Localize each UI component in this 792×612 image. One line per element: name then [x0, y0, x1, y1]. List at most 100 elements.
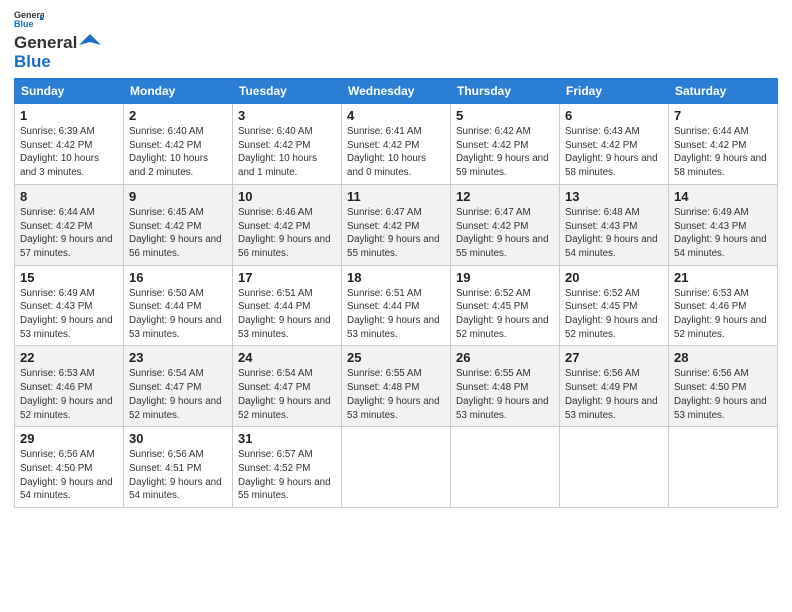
sunset-text: Sunset: 4:42 PM	[129, 220, 227, 234]
calendar-cell: 3Sunrise: 6:40 AMSunset: 4:42 PMDaylight…	[233, 104, 342, 185]
sunset-text: Sunset: 4:44 PM	[129, 300, 227, 314]
daylight-text: Daylight: 9 hours and 52 minutes.	[565, 314, 663, 341]
daylight-text: Daylight: 9 hours and 57 minutes.	[20, 233, 118, 260]
sunset-text: Sunset: 4:42 PM	[238, 139, 336, 153]
day-number: 6	[565, 108, 663, 123]
day-info: Sunrise: 6:57 AMSunset: 4:52 PMDaylight:…	[238, 448, 336, 503]
daylight-text: Daylight: 9 hours and 53 minutes.	[565, 395, 663, 422]
daylight-text: Daylight: 9 hours and 52 minutes.	[456, 314, 554, 341]
sunrise-text: Sunrise: 6:49 AM	[674, 206, 772, 220]
calendar-cell: 31 Sunrise: 6:57 AMSunset: 4:52 PMDayligh…	[233, 427, 342, 508]
sunrise-text: Sunrise: 6:42 AM	[456, 125, 554, 139]
sunrise-text: Sunrise: 6:49 AM	[20, 287, 118, 301]
calendar-cell: 29 Sunrise: 6:56 AMSunset: 4:50 PMDayligh…	[15, 427, 124, 508]
daylight-text: Daylight: 9 hours and 55 minutes.	[456, 233, 554, 260]
daylight-text: Daylight: 10 hours and 3 minutes.	[20, 152, 118, 179]
sunrise-text: Sunrise: 6:56 AM	[20, 448, 118, 462]
sunrise-text: Sunrise: 6:46 AM	[238, 206, 336, 220]
sunset-text: Sunset: 4:46 PM	[20, 381, 118, 395]
day-info: Sunrise: 6:47 AMSunset: 4:42 PMDaylight:…	[456, 206, 554, 261]
sunset-text: Sunset: 4:44 PM	[347, 300, 445, 314]
day-number: 16	[129, 270, 227, 285]
logo-general: General	[14, 33, 77, 53]
day-number: 11	[347, 189, 445, 204]
day-info: Sunrise: 6:56 AMSunset: 4:50 PMDaylight:…	[20, 448, 118, 503]
sunset-text: Sunset: 4:42 PM	[347, 220, 445, 234]
sunrise-text: Sunrise: 6:50 AM	[129, 287, 227, 301]
sunset-text: Sunset: 4:52 PM	[238, 462, 336, 476]
sunset-text: Sunset: 4:42 PM	[456, 139, 554, 153]
sunset-text: Sunset: 4:51 PM	[129, 462, 227, 476]
day-info: Sunrise: 6:41 AMSunset: 4:42 PMDaylight:…	[347, 125, 445, 180]
day-info: Sunrise: 6:39 AMSunset: 4:42 PMDaylight:…	[20, 125, 118, 180]
calendar-cell: 10Sunrise: 6:46 AMSunset: 4:42 PMDayligh…	[233, 184, 342, 265]
day-info: Sunrise: 6:40 AMSunset: 4:42 PMDaylight:…	[238, 125, 336, 180]
sunset-text: Sunset: 4:49 PM	[565, 381, 663, 395]
daylight-text: Daylight: 10 hours and 1 minute.	[238, 152, 336, 179]
day-number: 8	[20, 189, 118, 204]
day-info: Sunrise: 6:49 AMSunset: 4:43 PMDaylight:…	[20, 287, 118, 342]
weekday-header: Sunday	[15, 79, 124, 104]
sunrise-text: Sunrise: 6:44 AM	[674, 125, 772, 139]
sunset-text: Sunset: 4:43 PM	[20, 300, 118, 314]
calendar-cell: 21Sunrise: 6:53 AMSunset: 4:46 PMDayligh…	[669, 265, 778, 346]
daylight-text: Daylight: 9 hours and 53 minutes.	[347, 395, 445, 422]
calendar-cell	[451, 427, 560, 508]
calendar-cell: 14Sunrise: 6:49 AMSunset: 4:43 PMDayligh…	[669, 184, 778, 265]
header: General Blue General Blue	[14, 10, 778, 72]
daylight-text: Daylight: 9 hours and 52 minutes.	[129, 395, 227, 422]
sunrise-text: Sunrise: 6:55 AM	[347, 367, 445, 381]
daylight-text: Daylight: 9 hours and 53 minutes.	[238, 314, 336, 341]
weekday-header: Monday	[124, 79, 233, 104]
daylight-text: Daylight: 9 hours and 54 minutes.	[565, 233, 663, 260]
sunrise-text: Sunrise: 6:41 AM	[347, 125, 445, 139]
day-info: Sunrise: 6:51 AMSunset: 4:44 PMDaylight:…	[238, 287, 336, 342]
sunset-text: Sunset: 4:42 PM	[20, 139, 118, 153]
sunset-text: Sunset: 4:46 PM	[674, 300, 772, 314]
calendar-cell: 6 Sunrise: 6:43 AMSunset: 4:42 PMDaylight…	[560, 104, 669, 185]
day-number: 4	[347, 108, 445, 123]
day-info: Sunrise: 6:44 AMSunset: 4:42 PMDaylight:…	[20, 206, 118, 261]
daylight-text: Daylight: 9 hours and 58 minutes.	[565, 152, 663, 179]
calendar-cell: 7Sunrise: 6:44 AMSunset: 4:42 PMDaylight…	[669, 104, 778, 185]
daylight-text: Daylight: 10 hours and 2 minutes.	[129, 152, 227, 179]
day-info: Sunrise: 6:54 AMSunset: 4:47 PMDaylight:…	[129, 367, 227, 422]
calendar-cell: 24Sunrise: 6:54 AMSunset: 4:47 PMDayligh…	[233, 346, 342, 427]
daylight-text: Daylight: 9 hours and 59 minutes.	[456, 152, 554, 179]
sunrise-text: Sunrise: 6:47 AM	[456, 206, 554, 220]
sunset-text: Sunset: 4:42 PM	[20, 220, 118, 234]
day-number: 20	[565, 270, 663, 285]
logo-bird-icon	[79, 32, 101, 54]
day-info: Sunrise: 6:44 AMSunset: 4:42 PMDaylight:…	[674, 125, 772, 180]
day-info: Sunrise: 6:40 AMSunset: 4:42 PMDaylight:…	[129, 125, 227, 180]
day-info: Sunrise: 6:53 AMSunset: 4:46 PMDaylight:…	[674, 287, 772, 342]
sunrise-text: Sunrise: 6:52 AM	[565, 287, 663, 301]
sunset-text: Sunset: 4:43 PM	[674, 220, 772, 234]
sunset-text: Sunset: 4:50 PM	[674, 381, 772, 395]
sunset-text: Sunset: 4:48 PM	[456, 381, 554, 395]
day-number: 31	[238, 431, 336, 446]
day-number: 30	[129, 431, 227, 446]
sunset-text: Sunset: 4:50 PM	[20, 462, 118, 476]
daylight-text: Daylight: 9 hours and 54 minutes.	[674, 233, 772, 260]
daylight-text: Daylight: 9 hours and 53 minutes.	[20, 314, 118, 341]
day-number: 29	[20, 431, 118, 446]
day-number: 9	[129, 189, 227, 204]
logo-blue: Blue	[14, 52, 51, 72]
daylight-text: Daylight: 9 hours and 53 minutes.	[456, 395, 554, 422]
calendar-cell: 15Sunrise: 6:49 AMSunset: 4:43 PMDayligh…	[15, 265, 124, 346]
calendar-cell: 1 Sunrise: 6:39 AMSunset: 4:42 PMDaylight…	[15, 104, 124, 185]
calendar-cell: 30Sunrise: 6:56 AMSunset: 4:51 PMDayligh…	[124, 427, 233, 508]
calendar-table: SundayMondayTuesdayWednesdayThursdayFrid…	[14, 78, 778, 508]
page: General Blue General Blue SundayMondayTu…	[0, 0, 792, 612]
daylight-text: Daylight: 9 hours and 58 minutes.	[674, 152, 772, 179]
day-number: 1	[20, 108, 118, 123]
day-number: 13	[565, 189, 663, 204]
day-number: 28	[674, 350, 772, 365]
sunrise-text: Sunrise: 6:53 AM	[20, 367, 118, 381]
calendar-cell: 20Sunrise: 6:52 AMSunset: 4:45 PMDayligh…	[560, 265, 669, 346]
sunset-text: Sunset: 4:42 PM	[456, 220, 554, 234]
calendar-cell: 9Sunrise: 6:45 AMSunset: 4:42 PMDaylight…	[124, 184, 233, 265]
day-info: Sunrise: 6:48 AMSunset: 4:43 PMDaylight:…	[565, 206, 663, 261]
day-info: Sunrise: 6:43 AMSunset: 4:42 PMDaylight:…	[565, 125, 663, 180]
